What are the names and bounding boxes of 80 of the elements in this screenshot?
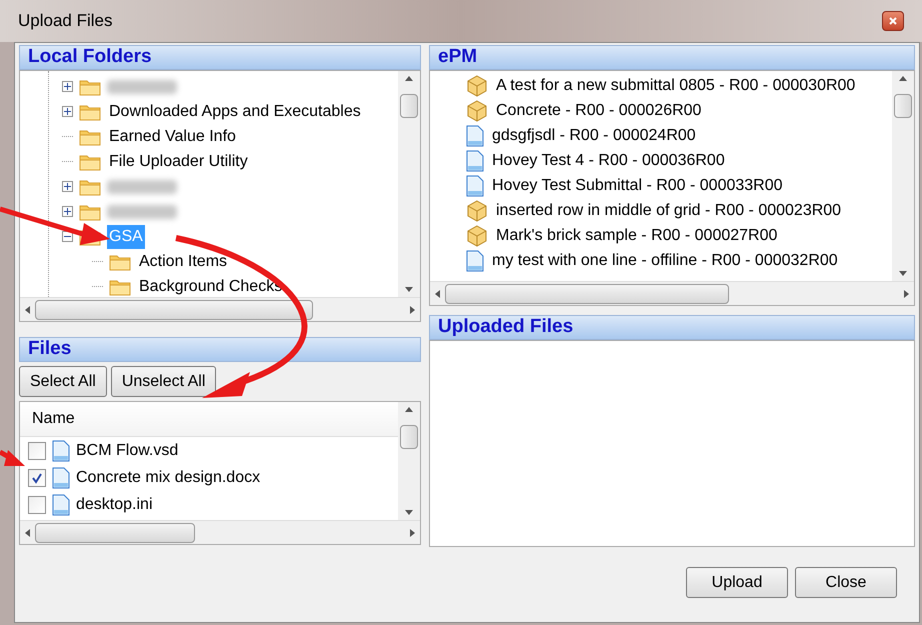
tree-item[interactable]: Downloaded Apps and Executables bbox=[107, 100, 363, 124]
package-icon bbox=[466, 200, 488, 222]
package-icon bbox=[466, 224, 488, 246]
panel-header: Local Folders bbox=[19, 45, 421, 70]
tree-item[interactable]: File Uploader Utility bbox=[107, 150, 250, 174]
tree-item[interactable]: Action Items bbox=[137, 250, 230, 274]
panel-header: ePM bbox=[429, 45, 915, 70]
scroll-up-icon[interactable] bbox=[899, 75, 907, 82]
scroll-right-icon[interactable] bbox=[903, 290, 910, 298]
tree-line bbox=[92, 286, 103, 287]
file-name[interactable]: desktop.ini bbox=[76, 492, 152, 516]
document-icon bbox=[52, 466, 70, 488]
submittal-item[interactable]: Mark's brick sample - R00 - 000027R00 bbox=[496, 224, 778, 248]
document-icon bbox=[466, 150, 484, 172]
close-button[interactable]: Close bbox=[795, 567, 897, 598]
file-name[interactable]: Concrete mix design.docx bbox=[76, 466, 260, 490]
scroll-left-icon[interactable] bbox=[434, 290, 441, 298]
package-icon bbox=[466, 74, 488, 96]
scroll-up-icon[interactable] bbox=[405, 75, 413, 82]
submittal-item[interactable]: Concrete - R00 - 000026R00 bbox=[496, 98, 702, 122]
select-all-button[interactable]: Select All bbox=[19, 366, 107, 397]
panel-header: Files bbox=[19, 337, 421, 362]
expand-icon[interactable] bbox=[62, 181, 73, 192]
expand-icon[interactable] bbox=[62, 106, 73, 117]
close-icon[interactable] bbox=[882, 11, 904, 31]
scroll-right-icon[interactable] bbox=[409, 528, 416, 536]
submittal-item[interactable]: Hovey Test Submittal - R00 - 000033R00 bbox=[492, 174, 783, 198]
document-icon bbox=[466, 174, 484, 196]
submittal-item[interactable]: my test with one line - offiline - R00 - 000032R00 bbox=[492, 248, 838, 272]
document-icon bbox=[52, 440, 70, 462]
unselect-all-button[interactable]: Unselect All bbox=[110, 366, 216, 397]
submittal-item[interactable]: inserted row in middle of grid - R00 - 000023R00 bbox=[496, 198, 842, 222]
document-icon bbox=[466, 250, 484, 272]
document-icon bbox=[52, 494, 70, 516]
scroll-thumb[interactable] bbox=[894, 94, 912, 118]
tree-line bbox=[62, 161, 73, 162]
window-title: Upload Files bbox=[18, 10, 114, 32]
horizontal-scrollbar[interactable] bbox=[20, 520, 420, 544]
vertical-scrollbar[interactable] bbox=[892, 71, 914, 281]
scroll-right-icon[interactable] bbox=[409, 306, 416, 314]
scroll-thumb[interactable] bbox=[445, 284, 729, 304]
package-icon bbox=[466, 100, 488, 122]
scroll-down-icon[interactable] bbox=[405, 286, 413, 293]
scroll-thumb[interactable] bbox=[400, 425, 418, 449]
checkbox[interactable] bbox=[28, 442, 46, 460]
folder-icon bbox=[79, 202, 101, 220]
document-icon bbox=[466, 124, 484, 146]
scroll-thumb[interactable] bbox=[35, 522, 195, 542]
horizontal-scrollbar[interactable] bbox=[430, 281, 914, 305]
scroll-thumb[interactable] bbox=[35, 300, 313, 320]
folder-icon bbox=[109, 278, 131, 296]
horizontal-scrollbar[interactable] bbox=[20, 297, 420, 321]
scroll-down-icon[interactable] bbox=[405, 509, 413, 516]
expand-icon[interactable] bbox=[62, 206, 73, 217]
folder-icon bbox=[109, 252, 131, 270]
submittal-item[interactable]: gdsgfjsdl - R00 - 000024R00 bbox=[492, 124, 696, 148]
scroll-left-icon[interactable] bbox=[24, 306, 31, 314]
folder-icon bbox=[79, 178, 101, 196]
folder-icon bbox=[79, 128, 101, 146]
tree-item[interactable]: Earned Value Info bbox=[107, 124, 238, 148]
checkbox[interactable] bbox=[28, 468, 46, 486]
scroll-left-icon[interactable] bbox=[24, 528, 31, 536]
expand-icon[interactable] bbox=[62, 81, 73, 92]
vertical-scrollbar[interactable] bbox=[398, 71, 420, 297]
submittal-item[interactable]: A test for a new submittal 0805 - R00 - 000030R00 bbox=[496, 74, 856, 98]
folder-icon bbox=[79, 102, 101, 120]
scroll-down-icon[interactable] bbox=[899, 270, 907, 277]
scroll-up-icon[interactable] bbox=[405, 406, 413, 413]
folder-icon bbox=[79, 152, 101, 170]
vertical-scrollbar[interactable] bbox=[398, 402, 420, 520]
submittal-item[interactable]: Hovey Test 4 - R00 - 000036R00 bbox=[492, 148, 725, 172]
folder-icon bbox=[79, 78, 101, 96]
tree-line bbox=[92, 261, 103, 262]
checkbox[interactable] bbox=[28, 496, 46, 514]
file-name[interactable]: BCM Flow.vsd bbox=[76, 438, 178, 462]
upload-button[interactable]: Upload bbox=[686, 567, 788, 598]
panel-header: Uploaded Files bbox=[429, 315, 915, 340]
tree-line bbox=[62, 136, 73, 137]
check-icon bbox=[31, 472, 43, 484]
scroll-thumb[interactable] bbox=[400, 94, 418, 118]
